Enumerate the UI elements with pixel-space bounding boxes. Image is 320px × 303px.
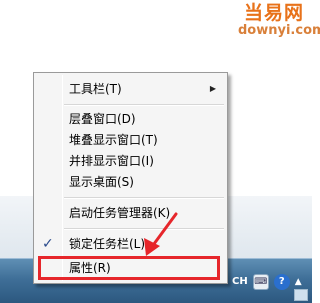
watermark-domain: downyi.com <box>238 23 320 38</box>
menu-item-show-windows-side-by-side[interactable]: 并排显示窗口(I) <box>36 150 225 172</box>
menu-separator <box>64 228 224 230</box>
watermark-brand: 当易网 <box>243 2 304 24</box>
taskbar-context-menu: 工具栏(T) ▶ 层叠窗口(D) 堆叠显示窗口(T) 并排显示窗口(I) 显示桌… <box>33 72 228 284</box>
menu-item-toolbars[interactable]: 工具栏(T) ▶ <box>36 78 225 100</box>
menu-item-show-windows-stacked[interactable]: 堆叠显示窗口(T) <box>36 129 225 151</box>
keyboard-icon[interactable]: ⌨ <box>252 273 269 290</box>
menu-item-label: 启动任务管理器(K) <box>69 206 171 220</box>
show-desktop-icon[interactable] <box>294 289 308 301</box>
menu-separator <box>64 104 224 106</box>
watermark-logo: 当易网 downyi.com <box>238 2 320 38</box>
menu-item-label: 锁定任务栏(L) <box>69 237 146 251</box>
help-icon[interactable]: ? <box>273 273 290 290</box>
show-hidden-icons-icon[interactable]: ▲ <box>295 277 302 287</box>
menu-item-label: 并排显示窗口(I) <box>69 154 154 168</box>
menu-item-lock-taskbar[interactable]: ✓ 锁定任务栏(L) <box>36 233 225 255</box>
submenu-arrow-icon: ▶ <box>209 84 216 93</box>
highlight-box <box>38 256 220 280</box>
menu-item-label: 层叠窗口(D) <box>69 112 136 126</box>
menu-item-cascade-windows[interactable]: 层叠窗口(D) <box>36 108 225 130</box>
menu-item-task-manager[interactable]: 启动任务管理器(K) <box>36 202 225 224</box>
menu-item-label: 工具栏(T) <box>69 82 122 96</box>
menu-item-show-desktop[interactable]: 显示桌面(S) <box>36 171 225 193</box>
checkmark-icon: ✓ <box>42 236 54 252</box>
menu-item-label: 显示桌面(S) <box>69 175 134 189</box>
menu-separator <box>64 197 224 199</box>
language-indicator[interactable]: CH <box>232 276 248 287</box>
menu-item-label: 堆叠显示窗口(T) <box>69 133 158 147</box>
